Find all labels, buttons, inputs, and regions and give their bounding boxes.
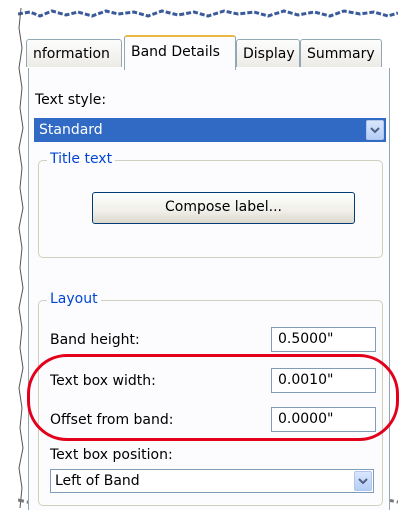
text-box-width-field[interactable]: 0.0010" (271, 368, 376, 393)
band-height-field[interactable]: 0.5000" (271, 327, 376, 352)
offset-from-band-field[interactable]: 0.0000" (271, 407, 376, 432)
text-style-label: Text style: (35, 92, 107, 108)
text-style-select[interactable]: Standard (34, 118, 386, 142)
tab-display[interactable]: Display (236, 39, 300, 67)
tab-summary[interactable]: Summary (300, 39, 382, 67)
chevron-down-icon[interactable] (366, 120, 384, 140)
text-box-position-label: Text box position: (50, 447, 173, 463)
band-details-panel: Text style: Standard Title text Compose … (28, 68, 390, 510)
text-box-position-select[interactable]: Left of Band (50, 469, 374, 493)
torn-edge-left (18, 8, 24, 508)
tab-information[interactable]: nformation (26, 39, 122, 67)
offset-from-band-label: Offset from band: (50, 412, 174, 428)
torn-edge-top (18, 9, 398, 18)
band-height-label: Band height: (50, 332, 140, 348)
text-box-position-value: Left of Band (55, 473, 140, 489)
chevron-down-icon[interactable] (354, 471, 372, 491)
layout-legend: Layout (47, 291, 101, 307)
text-box-width-label: Text box width: (50, 373, 156, 389)
tab-strip: nformation Band Details Display Summary (26, 33, 388, 70)
title-text-legend: Title text (47, 151, 116, 167)
title-text-group: Title text Compose label... (38, 151, 383, 258)
tab-band-details[interactable]: Band Details (124, 35, 236, 70)
layout-group: Layout Band height: 0.5000" Text box wid… (38, 291, 383, 506)
text-style-value: Standard (39, 122, 103, 138)
compose-label-button[interactable]: Compose label... (92, 192, 355, 224)
dialog-screenshot: nformation Band Details Display Summary … (18, 8, 399, 510)
